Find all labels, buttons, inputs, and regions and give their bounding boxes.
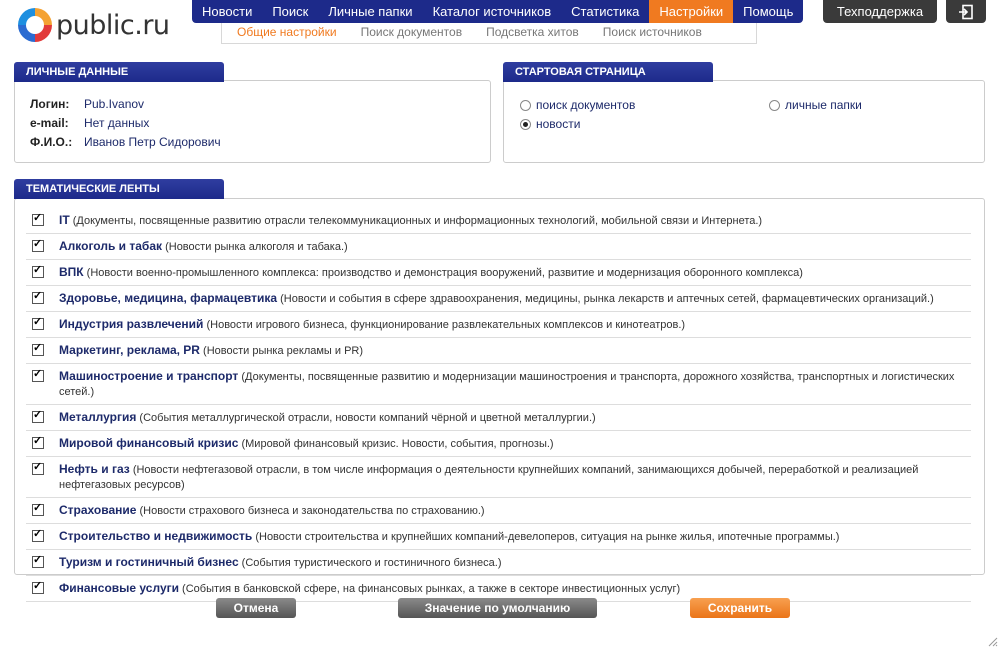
feed-name: Мировой финансовый кризис [59, 436, 239, 450]
support-button[interactable]: Техподдержка [823, 0, 937, 23]
subnav-general-settings[interactable]: Общие настройки [222, 23, 337, 43]
feed-item-oil-gas: Нефть и газ (Новости нефтегазовой отрасл… [26, 457, 971, 498]
feed-name: Индустрия развлечений [59, 317, 204, 331]
feed-name: Страхование [59, 503, 137, 517]
login-label: Логин: [30, 97, 70, 111]
email-value: Нет данных [84, 116, 150, 130]
nav-item-stats[interactable]: Статистика [561, 0, 649, 23]
radio-document-search-control[interactable] [520, 99, 531, 111]
personal-data-title: ЛИЧНЫЕ ДАННЫЕ [14, 62, 224, 82]
feed-name: ВПК [59, 265, 84, 279]
feed-desc: (Новости военно-промышленного комплекса:… [83, 267, 803, 279]
resize-grip-icon[interactable] [988, 637, 998, 647]
radio-document-search-label: поиск документов [536, 98, 636, 112]
feed-desc: (События металлургической отрасли, новос… [136, 412, 596, 424]
nav-item-help[interactable]: Помощь [733, 0, 803, 23]
feed-desc: (Мировой финансовый кризис. Новости, соб… [238, 438, 554, 450]
feed-checkbox-defense[interactable] [32, 263, 44, 278]
feed-checkbox-health[interactable] [32, 289, 44, 304]
save-button[interactable]: Сохранить [690, 598, 790, 618]
nav-item-search[interactable]: Поиск [262, 0, 318, 23]
feed-name: IT [59, 213, 70, 227]
feed-item-health: Здоровье, медицина, фармацевтика (Новост… [26, 286, 971, 312]
feeds-list: IT (Документы, посвященные развитию отра… [26, 208, 971, 602]
feed-desc: (Новости рынка рекламы и PR) [199, 345, 364, 357]
radio-news-control[interactable] [520, 118, 531, 130]
subnav-source-search[interactable]: Поиск источников [588, 23, 702, 43]
feed-checkbox-construction[interactable] [32, 527, 44, 542]
feed-desc: (События в банковской сфере, на финансов… [179, 583, 681, 595]
feed-desc: (Новости и события в сфере здравоохранен… [277, 293, 934, 305]
fio-label: Ф.И.О.: [30, 135, 73, 149]
feed-checkbox-oil-gas[interactable] [32, 460, 44, 475]
radio-personal-folders-control[interactable] [769, 99, 780, 111]
feed-item-machinery: Машиностроение и транспорт (Документы, п… [26, 364, 971, 405]
feed-item-metallurgy: Металлургия (События металлургической от… [26, 405, 971, 431]
feed-checkbox-tourism[interactable] [32, 553, 44, 568]
feed-checkbox-machinery[interactable] [32, 367, 44, 382]
exit-button[interactable] [946, 0, 986, 23]
feed-desc: (События туристического и гостиничного б… [238, 557, 502, 569]
fio-value: Иванов Петр Сидорович [84, 135, 221, 149]
nav-item-catalog[interactable]: Каталог источников [423, 0, 562, 23]
feed-checkbox-insurance[interactable] [32, 501, 44, 516]
cancel-button[interactable]: Отмена [216, 598, 296, 618]
nav-item-news[interactable]: Новости [192, 0, 262, 23]
feed-item-crisis: Мировой финансовый кризис (Мировой финан… [26, 431, 971, 457]
start-page-title: СТАРТОВАЯ СТРАНИЦА [503, 62, 713, 82]
feed-desc: (Новости игрового бизнеса, функционирова… [203, 319, 686, 331]
radio-news-label: новости [536, 117, 581, 131]
feed-item-alcohol: Алкоголь и табак (Новости рынка алкоголя… [26, 234, 971, 260]
feed-name: Машиностроение и транспорт [59, 369, 239, 383]
feed-checkbox-finance[interactable] [32, 579, 44, 594]
feed-desc: (Документы, посвященные развитию отрасли… [69, 215, 763, 227]
feed-item-tourism: Туризм и гостиничный бизнес (События тур… [26, 550, 971, 576]
feed-checkbox-entertainment[interactable] [32, 315, 44, 330]
feed-checkbox-alcohol[interactable] [32, 237, 44, 252]
nav-item-settings[interactable]: Настройки [649, 0, 734, 23]
feed-checkbox-marketing[interactable] [32, 341, 44, 356]
feed-desc: (Новости строительства и крупнейших комп… [252, 531, 840, 543]
feed-name: Нефть и газ [59, 462, 130, 476]
feed-name: Здоровье, медицина, фармацевтика [59, 291, 278, 305]
feed-checkbox-metallurgy[interactable] [32, 408, 44, 423]
logo-text: public.ru [56, 9, 170, 41]
feed-desc: (Новости нефтегазовой отрасли, в том чис… [59, 464, 919, 491]
feed-item-marketing: Маркетинг, реклама, PR (Новости рынка ре… [26, 338, 971, 364]
subnav-hit-highlight[interactable]: Подсветка хитов [471, 23, 579, 43]
exit-icon [959, 4, 973, 19]
logo-icon [18, 8, 52, 42]
radio-personal-folders[interactable]: личные папки [769, 98, 862, 112]
feed-name: Туризм и гостиничный бизнес [59, 555, 239, 569]
feed-item-it: IT (Документы, посвященные развитию отра… [26, 208, 971, 234]
feed-name: Строительство и недвижимость [59, 529, 253, 543]
feed-item-insurance: Страхование (Новости страхового бизнеса … [26, 498, 971, 524]
logo[interactable]: public.ru [18, 8, 170, 42]
feed-desc: (Новости страхового бизнеса и законодате… [136, 505, 485, 517]
radio-personal-folders-label: личные папки [785, 98, 862, 112]
feed-desc: (Новости рынка алкоголя и табака.) [162, 241, 348, 253]
feed-checkbox-it[interactable] [32, 211, 44, 226]
login-value: Pub.Ivanov [84, 97, 145, 111]
feed-item-entertainment: Индустрия развлечений (Новости игрового … [26, 312, 971, 338]
subnav-document-search[interactable]: Поиск документов [346, 23, 462, 43]
nav-item-folders[interactable]: Личные папки [318, 0, 422, 23]
feed-name: Металлургия [59, 410, 137, 424]
email-label: e-mail: [30, 116, 69, 130]
feed-item-defense: ВПК (Новости военно-промышленного компле… [26, 260, 971, 286]
feed-checkbox-crisis[interactable] [32, 434, 44, 449]
feeds-title: ТЕМАТИЧЕСКИЕ ЛЕНТЫ [14, 179, 224, 199]
settings-subnav: Общие настройки Поиск документов Подсвет… [221, 23, 757, 44]
feed-name: Маркетинг, реклама, PR [59, 343, 200, 357]
default-values-button[interactable]: Значение по умолчанию [398, 598, 597, 618]
feed-name: Финансовые услуги [59, 581, 179, 595]
feed-item-construction: Строительство и недвижимость (Новости ст… [26, 524, 971, 550]
main-nav: Новости Поиск Личные папки Каталог источ… [192, 0, 804, 23]
radio-news[interactable]: новости [520, 117, 580, 131]
radio-document-search[interactable]: поиск документов [520, 98, 635, 112]
feed-name: Алкоголь и табак [59, 239, 163, 253]
